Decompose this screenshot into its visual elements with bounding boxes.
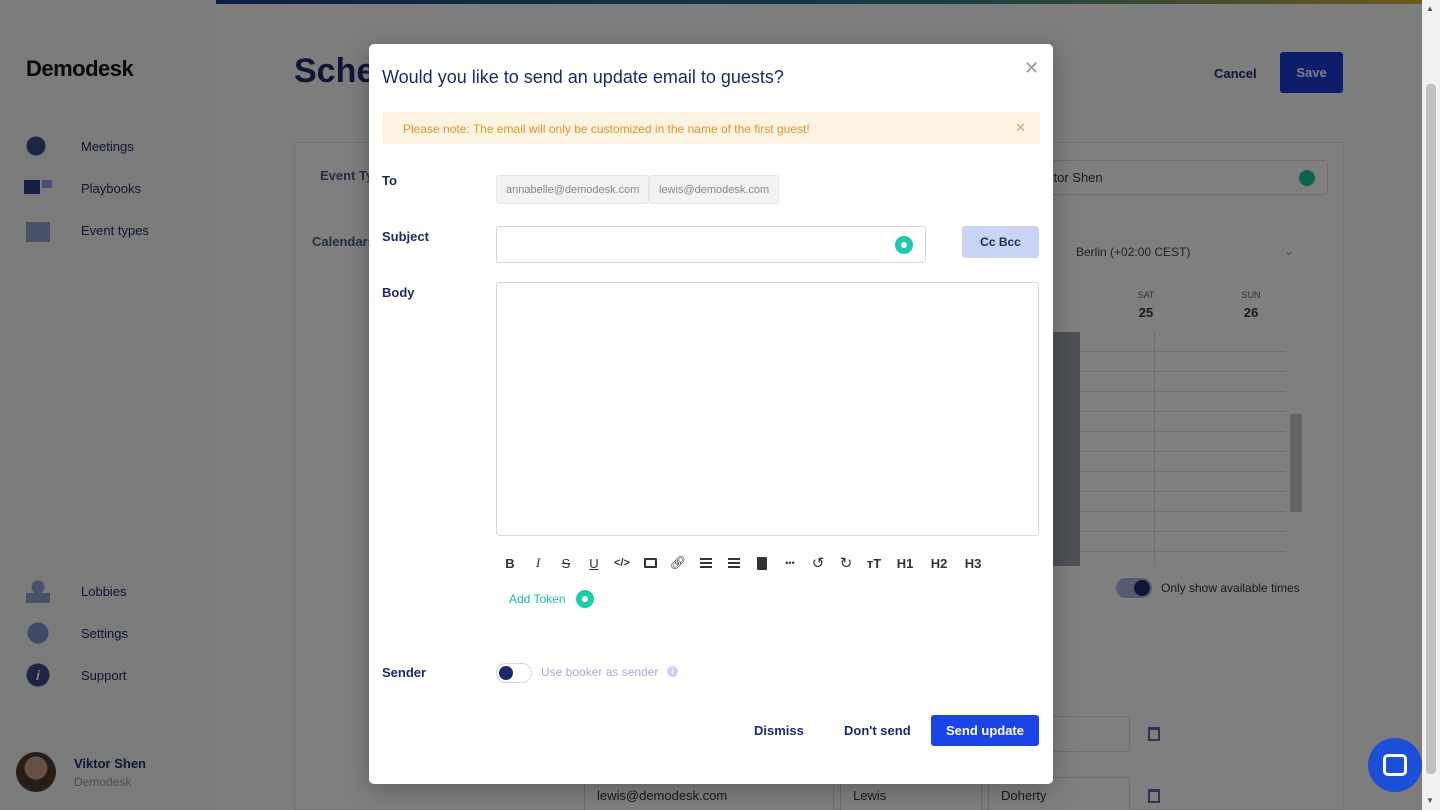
h2-button[interactable]: H2: [922, 552, 956, 574]
info-icon[interactable]: i: [667, 666, 678, 677]
dialog-title: Would you like to send an update email t…: [382, 67, 784, 87]
add-token-icon[interactable]: [576, 590, 594, 608]
editor-toolbar: B I S U </> 🔗︎ ••• ↺ ↻ тT H1 H2 H3: [496, 552, 990, 574]
italic-button[interactable]: I: [524, 552, 552, 574]
dont-send-button[interactable]: Don't send: [844, 723, 911, 738]
scrollbar-thumb[interactable]: [1426, 84, 1436, 774]
dismiss-button[interactable]: Dismiss: [754, 723, 804, 738]
h3-button[interactable]: H3: [956, 552, 990, 574]
link-button[interactable]: 🔗︎: [664, 552, 692, 574]
numbered-list-icon: [728, 558, 740, 568]
subject-input[interactable]: [496, 226, 926, 263]
window-scrollbar[interactable]: ▲ ▼: [1422, 0, 1440, 810]
close-icon[interactable]: ✕: [1015, 120, 1026, 136]
body-label: Body: [382, 285, 415, 300]
sender-label: Sender: [382, 665, 427, 680]
add-token-icon[interactable]: [895, 236, 913, 254]
body-editor[interactable]: [496, 282, 1039, 536]
bold-button[interactable]: B: [496, 552, 524, 574]
bullet-list-icon: [700, 558, 712, 568]
add-token-link[interactable]: Add Token: [509, 592, 566, 606]
document-icon: [757, 556, 767, 570]
to-label: To: [382, 173, 397, 188]
notice-banner: Please note: The email will only be cust…: [382, 112, 1040, 144]
code-button[interactable]: </>: [608, 552, 636, 574]
undo-button[interactable]: ↺: [804, 552, 832, 574]
subject-label: Subject: [382, 229, 429, 244]
attachment-button[interactable]: [748, 552, 776, 574]
use-booker-toggle[interactable]: [496, 663, 532, 683]
bullet-list-button[interactable]: [692, 552, 720, 574]
scroll-down-icon[interactable]: ▼: [1426, 796, 1434, 805]
font-size-button[interactable]: тT: [860, 552, 888, 574]
scroll-up-icon[interactable]: ▲: [1426, 4, 1434, 13]
notice-text: Please note: The email will only be cust…: [403, 122, 810, 136]
h1-button[interactable]: H1: [888, 552, 922, 574]
numbered-list-button[interactable]: [720, 552, 748, 574]
toggle-knob: [499, 666, 513, 680]
image-icon: [643, 558, 657, 568]
close-icon[interactable]: ✕: [1024, 58, 1039, 79]
link-icon: 🔗︎: [669, 555, 687, 570]
use-booker-label: Use booker as sender: [541, 665, 659, 679]
redo-button[interactable]: ↻: [832, 552, 860, 574]
recipient-chip[interactable]: lewis@demodesk.com: [649, 175, 780, 204]
send-update-button[interactable]: Send update: [931, 715, 1039, 746]
underline-button[interactable]: U: [580, 552, 608, 574]
update-email-dialog: Would you like to send an update email t…: [369, 44, 1053, 784]
strikethrough-button[interactable]: S: [552, 552, 580, 574]
cc-bcc-button[interactable]: Cc Bcc: [962, 226, 1039, 258]
chat-launcher-button[interactable]: [1368, 738, 1422, 792]
more-button[interactable]: •••: [776, 552, 804, 574]
chat-icon: [1383, 754, 1407, 776]
image-button[interactable]: [636, 552, 664, 574]
recipient-chip[interactable]: annabelle@demodesk.com: [496, 175, 650, 204]
